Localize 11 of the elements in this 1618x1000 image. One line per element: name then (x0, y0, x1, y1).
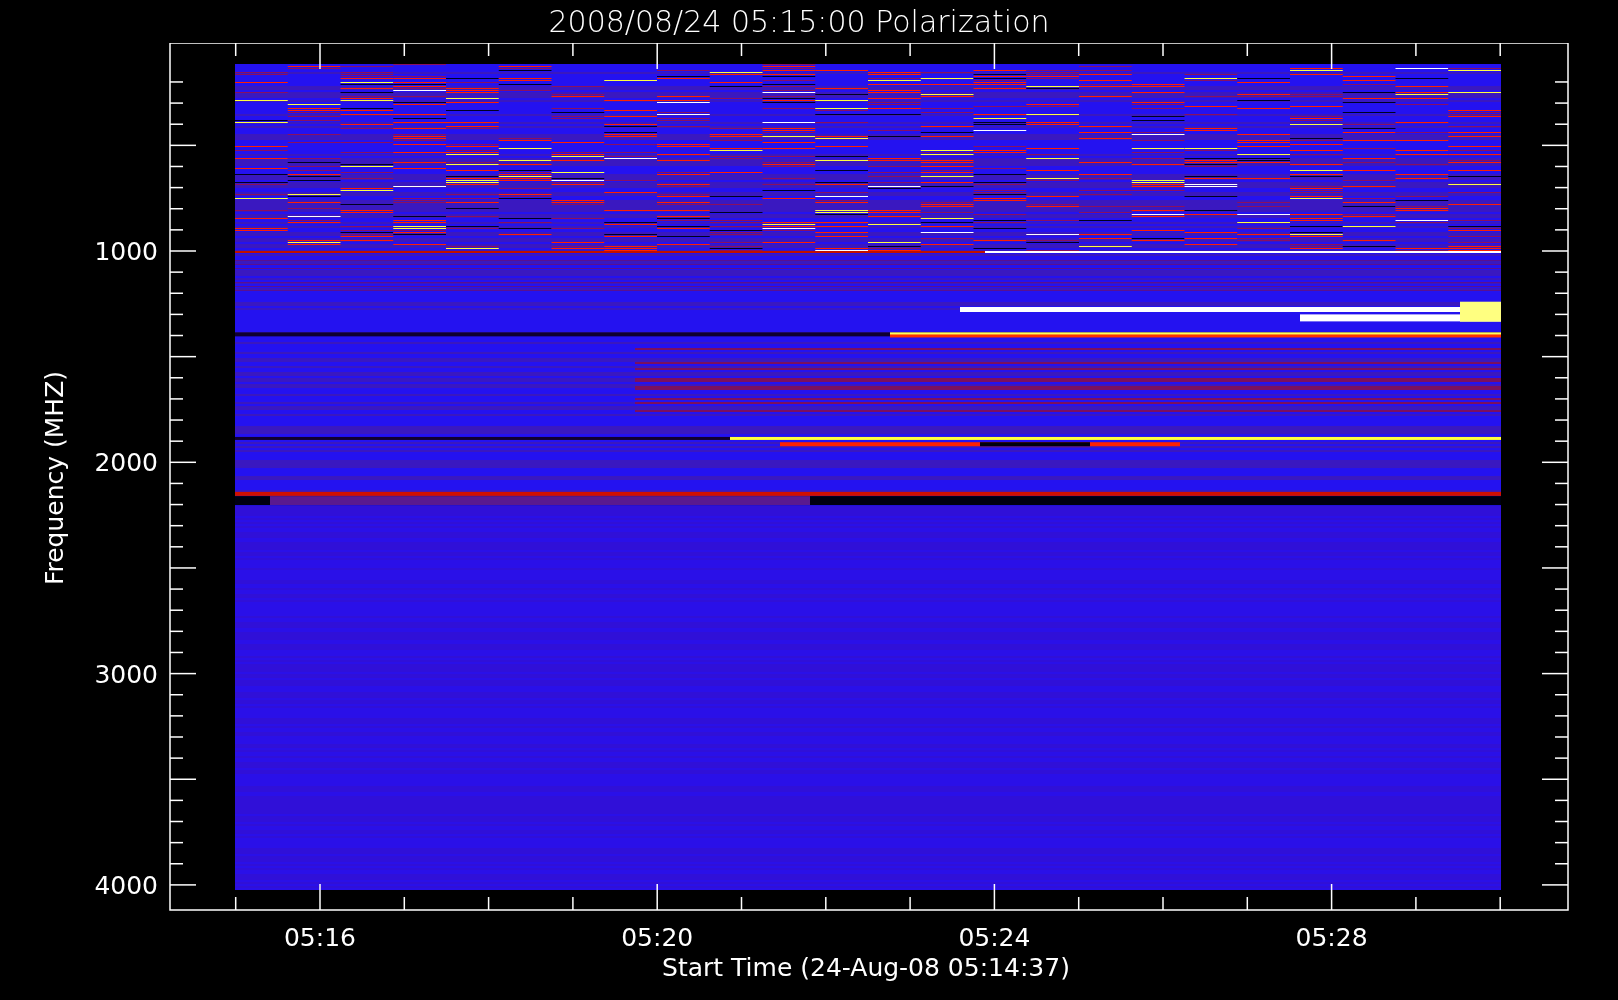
y-tick-label: 2000 (94, 448, 158, 478)
x-tick-label: 05:16 (284, 923, 356, 952)
y-tick-label: 1000 (94, 237, 158, 266)
x-axis-label: Start Time (24-Aug-08 05:14:37) (662, 953, 1070, 982)
plot-title: 2008/08/24 05:15:00 Polarization (548, 6, 1050, 37)
y-tick-label: 3000 (94, 659, 158, 689)
x-tick-label: 05:28 (1295, 923, 1368, 952)
x-tick-label: 05:24 (958, 923, 1031, 952)
y-axis-label: Frequency (MHZ) (40, 370, 69, 586)
x-tick-label: 05:20 (621, 923, 694, 952)
y-tick-label: 4000 (94, 870, 158, 900)
